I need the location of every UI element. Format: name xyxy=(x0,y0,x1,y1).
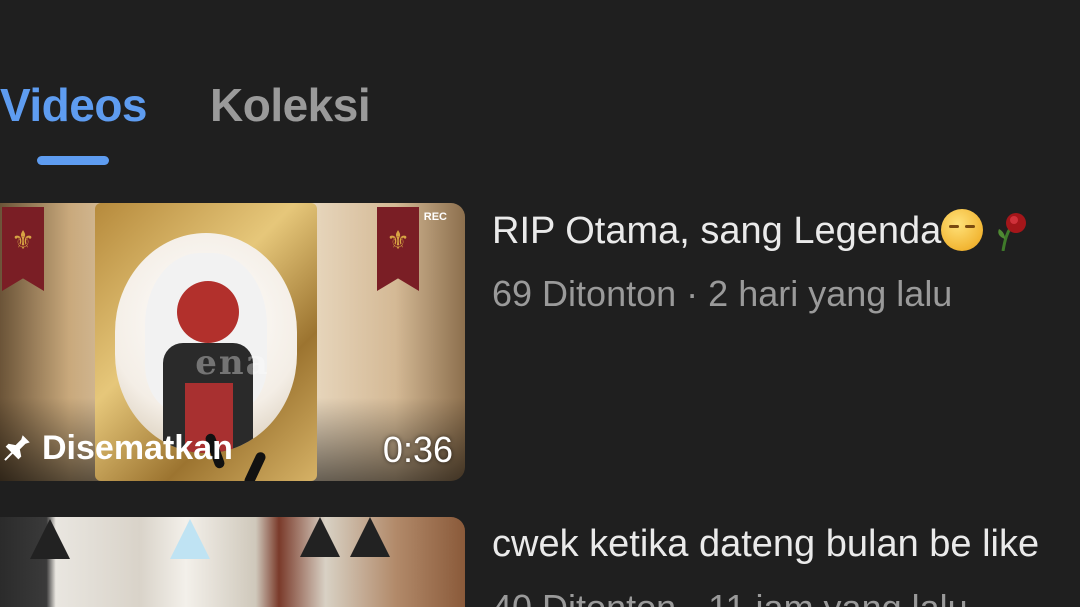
separator-dot: · xyxy=(686,587,698,607)
cat-ear-decoration xyxy=(30,519,70,559)
tab-bar: Videos Koleksi xyxy=(0,60,1080,170)
video-thumbnail[interactable] xyxy=(0,517,465,607)
cat-ear-decoration xyxy=(170,519,210,559)
video-item[interactable]: ⚜ ⚜ ena REC Disematkan 0:36 RIP Otama, s… xyxy=(0,203,1080,483)
view-count: 69 Ditonton xyxy=(492,273,677,314)
cat-ear-decoration xyxy=(300,517,340,557)
video-stats: 69 Ditonton · 2 hari yang lalu xyxy=(492,273,952,315)
pensive-face-emoji xyxy=(941,209,984,251)
thumbnail-watermark: ena xyxy=(195,343,270,383)
cat-ear-decoration xyxy=(350,517,390,557)
video-stats: 40 Ditonton · 11 jam yang lalu xyxy=(492,587,968,607)
separator-dot: · xyxy=(686,273,699,314)
video-thumbnail[interactable]: ⚜ ⚜ ena REC Disematkan 0:36 xyxy=(0,203,465,481)
video-title[interactable]: cwek ketika dateng bulan be like xyxy=(492,523,1039,566)
upload-age: 2 hari yang lalu xyxy=(708,273,953,314)
upload-age: 11 jam yang lalu xyxy=(708,587,968,607)
banner-decoration: ⚜ xyxy=(377,207,419,291)
view-count: 40 Ditonton xyxy=(492,587,676,607)
wilted-rose-emoji xyxy=(998,213,1027,251)
video-title[interactable]: RIP Otama, sang Legenda xyxy=(492,209,1029,253)
active-tab-indicator xyxy=(37,156,109,165)
tab-koleksi[interactable]: Koleksi xyxy=(210,78,371,132)
video-duration: 0:36 xyxy=(382,429,453,470)
video-item[interactable]: cwek ketika dateng bulan be like 40 Dito… xyxy=(0,517,1080,607)
pinned-label: Disematkan xyxy=(42,428,233,467)
video-title-text: RIP Otama, sang Legenda xyxy=(492,210,942,252)
video-list-screen: Videos Koleksi ⚜ ⚜ ena REC Disematkan 0:… xyxy=(0,0,1080,607)
tab-videos[interactable]: Videos xyxy=(0,78,148,132)
banner-decoration: ⚜ xyxy=(2,207,44,291)
rec-label: REC xyxy=(423,211,447,223)
pin-icon xyxy=(4,435,30,461)
pinned-badge: Disematkan xyxy=(0,425,233,471)
